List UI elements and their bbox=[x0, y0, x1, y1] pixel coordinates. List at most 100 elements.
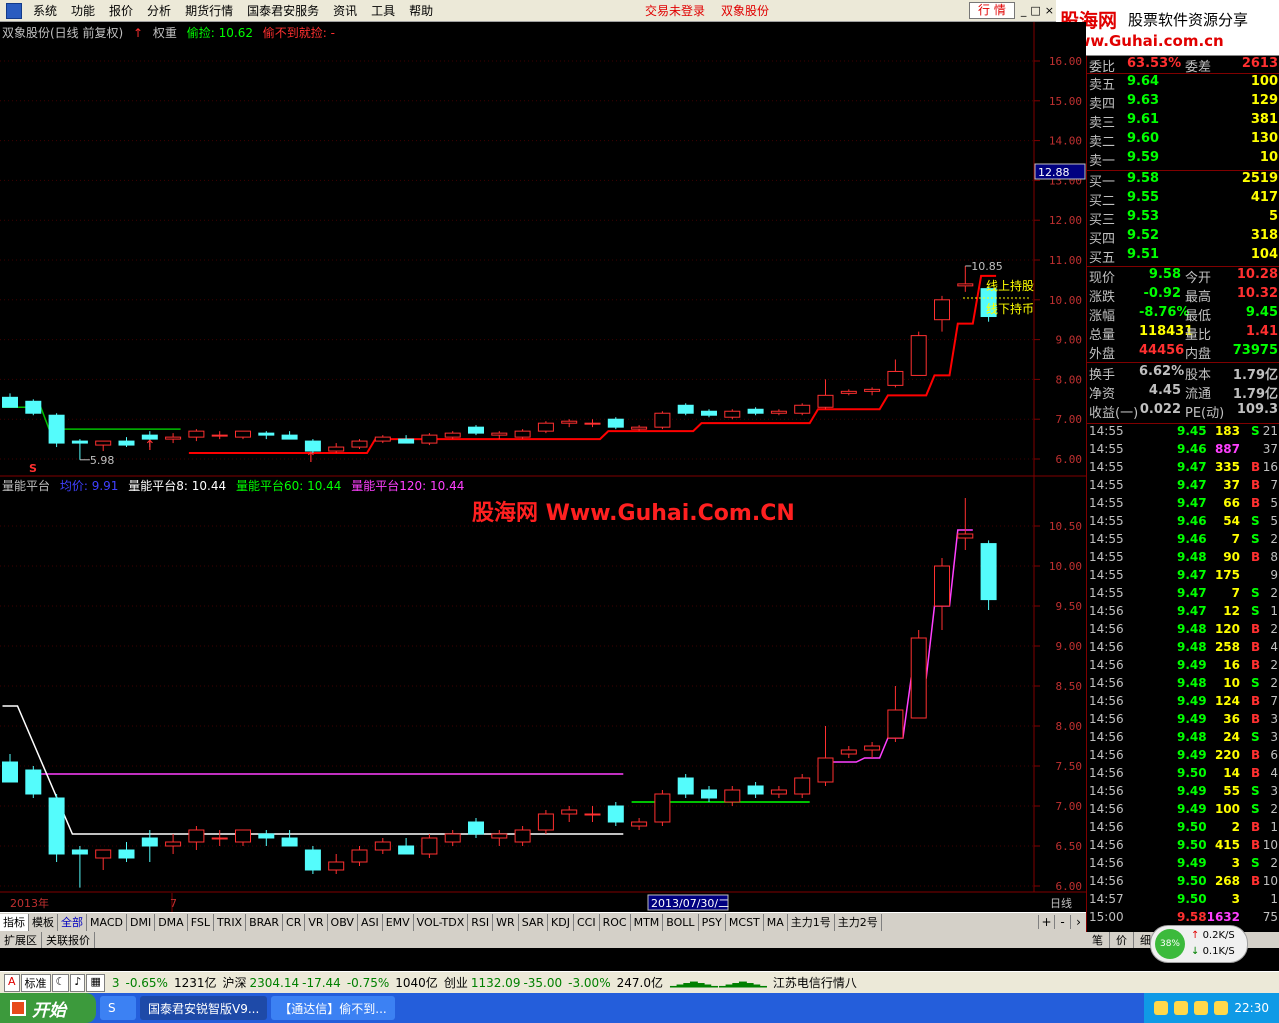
main-candle-body[interactable] bbox=[957, 283, 974, 287]
sub-candle-body[interactable] bbox=[258, 833, 275, 839]
indicator-tab[interactable]: CR bbox=[283, 913, 306, 931]
keyboard-icon[interactable]: ▦ bbox=[86, 973, 105, 992]
close-button[interactable]: × bbox=[1043, 4, 1056, 17]
sub-candle-body[interactable] bbox=[934, 565, 950, 607]
menu-item-news[interactable]: 资讯 bbox=[326, 2, 364, 19]
main-candle-body[interactable] bbox=[514, 430, 531, 438]
news-ticker[interactable]: 江苏电信行情八 bbox=[773, 974, 857, 991]
main-candle-body[interactable] bbox=[118, 440, 135, 446]
sub-candle-body[interactable] bbox=[328, 861, 345, 871]
menu-item-tools[interactable]: 工具 bbox=[364, 2, 402, 19]
sound-icon[interactable]: ♪ bbox=[70, 973, 86, 992]
ask-row[interactable]: 卖四 9.63 129 bbox=[1087, 93, 1279, 112]
indicator-tab[interactable]: 模板 bbox=[29, 913, 58, 931]
main-candle-body[interactable] bbox=[561, 420, 578, 424]
main-candle-body[interactable] bbox=[71, 440, 88, 444]
main-candle-body[interactable] bbox=[25, 400, 42, 414]
sub-candle-body[interactable] bbox=[561, 809, 578, 815]
main-candle-body[interactable] bbox=[910, 335, 927, 376]
indicator-tab[interactable]: 主力1号 bbox=[788, 913, 835, 931]
main-candle-body[interactable] bbox=[887, 370, 904, 386]
indicator-tab[interactable]: 主力2号 bbox=[835, 913, 882, 931]
main-candle-body[interactable] bbox=[794, 404, 811, 414]
zoom-in-button[interactable]: + bbox=[1038, 915, 1054, 929]
menu-item-system[interactable]: 系统 bbox=[26, 2, 64, 19]
ask-row[interactable]: 卖三 9.61 381 bbox=[1087, 112, 1279, 131]
sub-candle-body[interactable] bbox=[374, 841, 391, 851]
sub-candle-body[interactable] bbox=[887, 709, 904, 739]
sub-candle-body[interactable] bbox=[701, 789, 717, 799]
task-tongdaxin[interactable]: 【通达信】偷不到... bbox=[271, 996, 395, 1020]
main-candle-body[interactable] bbox=[95, 440, 112, 446]
sub-candle-body[interactable] bbox=[677, 777, 694, 795]
bid-row[interactable]: 买五 9.51 104 bbox=[1087, 247, 1279, 266]
sub-candle-body[interactable] bbox=[817, 757, 834, 783]
main-candle-body[interactable] bbox=[631, 426, 648, 430]
indicator-tab[interactable]: ASI bbox=[358, 913, 383, 931]
weight-label[interactable]: 权重 bbox=[153, 26, 177, 40]
market-button[interactable]: 行 情 bbox=[969, 2, 1015, 19]
tray-qq-icon[interactable] bbox=[1154, 1001, 1169, 1015]
menu-item-service[interactable]: 国泰君安服务 bbox=[240, 2, 326, 19]
sub-candle-body[interactable] bbox=[235, 829, 251, 843]
chart-area[interactable]: 6.00 7.00 8.00 9.00 10.00 11.00 12.00 13.00 14.0… bbox=[0, 22, 1086, 912]
main-candle-body[interactable] bbox=[934, 299, 950, 321]
sub-candle-body[interactable] bbox=[141, 837, 158, 847]
indicator-tab[interactable]: MCST bbox=[726, 913, 764, 931]
indicator-tab[interactable]: OBV bbox=[328, 913, 358, 931]
sub-candle-body[interactable] bbox=[864, 745, 881, 751]
sub-candle-body[interactable] bbox=[654, 793, 671, 823]
bid-row[interactable]: 买三 9.53 5 bbox=[1087, 209, 1279, 228]
sub-candle-body[interactable] bbox=[165, 841, 182, 847]
indicator-tab[interactable]: VR bbox=[305, 913, 328, 931]
sub-candle-body[interactable] bbox=[840, 749, 857, 755]
bid-row[interactable]: 买一 9.58 2519 bbox=[1087, 171, 1279, 190]
main-candle-body[interactable] bbox=[468, 426, 484, 434]
main-candle-body[interactable] bbox=[188, 430, 205, 438]
sub-candle-body[interactable] bbox=[48, 797, 65, 855]
sub-candle-body[interactable] bbox=[444, 833, 461, 843]
main-candle-body[interactable] bbox=[351, 440, 368, 448]
main-candle-body[interactable] bbox=[677, 404, 694, 414]
ask-row[interactable]: 卖一 9.59 10 bbox=[1087, 150, 1279, 169]
weight-arrow-icon[interactable]: ↑ bbox=[133, 26, 143, 40]
indicator-tab[interactable]: BRAR bbox=[246, 913, 284, 931]
main-candle-body[interactable] bbox=[864, 388, 881, 392]
indicator-tab[interactable]: MA bbox=[764, 913, 788, 931]
indicator-tab[interactable]: EMV bbox=[383, 913, 414, 931]
menu-item-function[interactable]: 功能 bbox=[64, 2, 102, 19]
sub-candle-body[interactable] bbox=[980, 543, 997, 601]
main-candle-body[interactable] bbox=[421, 434, 438, 444]
zoom-out-button[interactable]: - bbox=[1054, 915, 1070, 929]
main-candle-body[interactable] bbox=[770, 410, 787, 414]
minimize-button[interactable]: _ bbox=[1019, 4, 1029, 17]
bid-row[interactable]: 买二 9.55 417 bbox=[1087, 190, 1279, 209]
network-speed-widget[interactable]: 38% ↑ 0.2K/S ↓ 0.1K/S bbox=[1150, 925, 1248, 963]
menu-item-futures[interactable]: 期货行情 bbox=[178, 2, 240, 19]
start-button[interactable]: 开始 bbox=[0, 993, 96, 1023]
alert-icon[interactable]: A bbox=[4, 973, 20, 992]
indicator-tab[interactable]: DMI bbox=[127, 913, 156, 931]
sub-candle-body[interactable] bbox=[398, 845, 415, 855]
indicator-tab[interactable]: SAR bbox=[519, 913, 549, 931]
kline-chart[interactable]: 6.007.008.009.0010.0011.0012.0013.0014.0… bbox=[0, 22, 1086, 912]
sub-candle-body[interactable] bbox=[71, 849, 88, 855]
indicator-tab[interactable]: BOLL bbox=[663, 913, 699, 931]
main-candle-body[interactable] bbox=[584, 422, 601, 425]
sub-candle-body[interactable] bbox=[607, 805, 624, 823]
indicator-tab[interactable]: 全部 bbox=[58, 913, 87, 931]
quicklaunch-icon[interactable]: S bbox=[100, 996, 136, 1020]
sub-candle-body[interactable] bbox=[537, 813, 554, 831]
main-candle-body[interactable] bbox=[607, 418, 624, 428]
main-candle-body[interactable] bbox=[374, 436, 391, 442]
sub-candle-body[interactable] bbox=[281, 837, 298, 847]
main-candle-body[interactable] bbox=[444, 432, 461, 438]
main-candle-body[interactable] bbox=[2, 396, 18, 408]
sub-candle-body[interactable] bbox=[25, 769, 42, 795]
sub-candle-body[interactable] bbox=[770, 789, 787, 795]
indicator-tab[interactable]: MTM bbox=[631, 913, 664, 931]
tray-volume-icon[interactable] bbox=[1174, 1001, 1189, 1015]
sub-candle-body[interactable] bbox=[95, 849, 112, 859]
main-candle-body[interactable] bbox=[235, 430, 251, 438]
sub-candle-body[interactable] bbox=[491, 833, 508, 839]
